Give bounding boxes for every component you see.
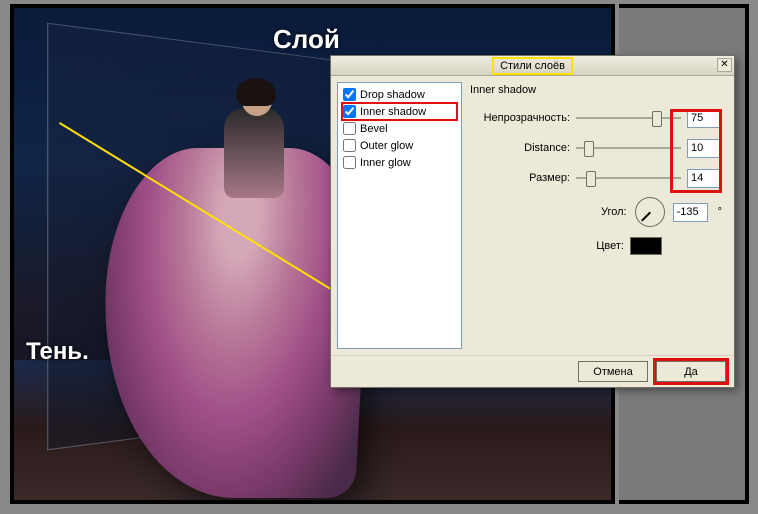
row-distance: Distance: <box>470 138 722 158</box>
distance-input[interactable] <box>687 139 722 158</box>
size-input[interactable] <box>687 169 722 188</box>
row-opacity: Непрозрачность: <box>470 108 722 128</box>
outer-glow-label: Outer glow <box>360 140 413 152</box>
angle-input[interactable] <box>673 203 708 222</box>
overlay-label-shadow: Тень. <box>26 338 89 366</box>
close-button[interactable]: ✕ <box>717 58 732 72</box>
dialog-footer: Отмена Да <box>331 355 734 387</box>
row-angle: Угол: ° <box>470 202 722 222</box>
effect-inner-shadow[interactable]: Inner shadow <box>342 103 457 120</box>
effect-outer-glow[interactable]: Outer glow <box>342 137 457 154</box>
size-label: Размер: <box>529 172 570 184</box>
bevel-label: Bevel <box>360 123 388 135</box>
angle-label: Угол: <box>601 206 627 218</box>
color-label: Цвет: <box>596 240 624 252</box>
inner-glow-label: Inner glow <box>360 157 411 169</box>
effect-bevel[interactable]: Bevel <box>342 120 457 137</box>
inner-shadow-label: Inner shadow <box>360 106 426 118</box>
size-slider[interactable] <box>576 168 681 188</box>
opacity-slider[interactable] <box>576 108 681 128</box>
figure-torso <box>224 108 284 198</box>
dialog-titlebar[interactable]: Стили слоёв ✕ <box>331 56 734 76</box>
distance-thumb[interactable] <box>584 141 594 157</box>
outer-glow-checkbox[interactable] <box>343 139 356 152</box>
distance-slider[interactable] <box>576 138 681 158</box>
effect-inner-glow[interactable]: Inner glow <box>342 154 457 171</box>
angle-degree-symbol: ° <box>718 206 722 218</box>
size-thumb[interactable] <box>586 171 596 187</box>
row-size: Размер: <box>470 168 722 188</box>
inner-shadow-checkbox[interactable] <box>343 105 356 118</box>
distance-label: Distance: <box>524 142 570 154</box>
cancel-button[interactable]: Отмена <box>578 361 648 382</box>
drop-shadow-checkbox[interactable] <box>343 88 356 101</box>
row-color: Цвет: <box>470 236 722 256</box>
opacity-label: Непрозрачность: <box>484 112 570 124</box>
effect-drop-shadow[interactable]: Drop shadow <box>342 86 457 103</box>
figure-hair <box>236 78 276 106</box>
dialog-title: Стили слоёв <box>494 59 571 73</box>
color-swatch[interactable] <box>630 237 662 255</box>
angle-dial[interactable] <box>635 197 665 227</box>
dialog-body: Drop shadow Inner shadow Bevel Outer glo… <box>331 76 734 355</box>
opacity-thumb[interactable] <box>652 111 662 127</box>
overlay-label-layer: Слой <box>273 24 340 55</box>
ok-button[interactable]: Да <box>656 361 726 382</box>
layer-styles-dialog: Стили слоёв ✕ Drop shadow Inner shadow B… <box>330 55 735 388</box>
opacity-input[interactable] <box>687 109 722 128</box>
params-panel: Inner shadow Непрозрачность: Distance: Р… <box>468 82 728 349</box>
drop-shadow-label: Drop shadow <box>360 89 425 101</box>
bevel-checkbox[interactable] <box>343 122 356 135</box>
params-title: Inner shadow <box>470 84 722 96</box>
effects-list: Drop shadow Inner shadow Bevel Outer glo… <box>337 82 462 349</box>
inner-glow-checkbox[interactable] <box>343 156 356 169</box>
